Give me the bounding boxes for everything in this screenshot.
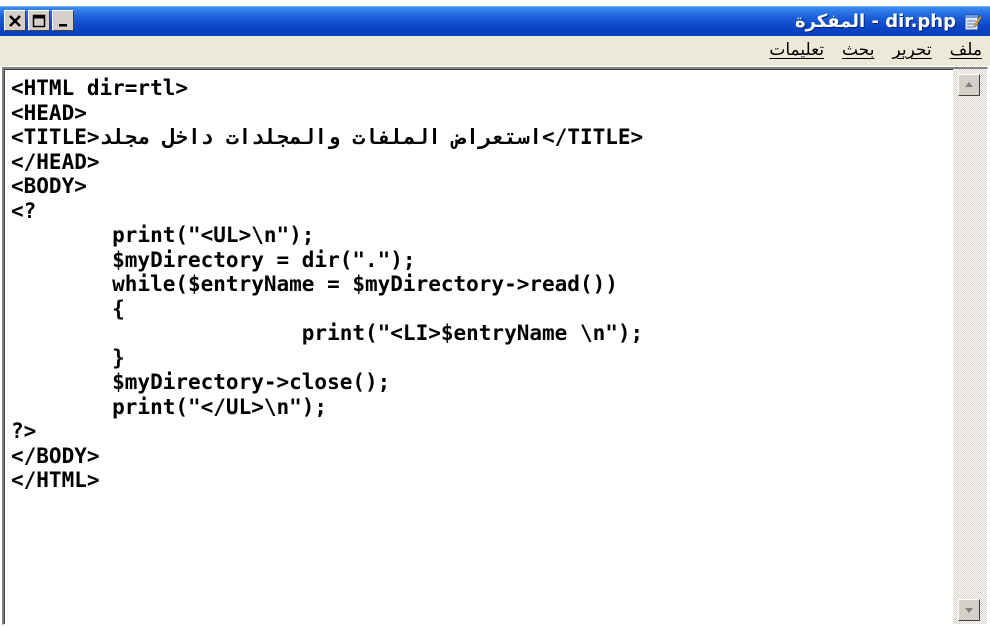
code-line: print("<UL>\n"); [11,223,315,247]
window-controls [4,10,74,31]
menu-items: ملف تحرير بحث تعليمات [769,40,982,60]
notepad-icon [964,14,982,30]
scroll-up-button[interactable] [958,74,980,96]
code-line: </BODY> [11,443,100,468]
maximize-button[interactable] [28,10,50,31]
code-line: print("</UL>\n"); [11,394,328,419]
menu-search[interactable]: بحث [842,40,874,60]
code-line: <HTML dir=rtl> [11,76,189,100]
code-line: print("<LI>$entryName \n"); [11,321,644,345]
code-line: </HEAD> [11,149,100,174]
text-area[interactable]: <HTML dir=rtl> <HEAD> <TITLE>استعراض الم… [4,69,953,624]
minimize-icon [59,23,67,26]
maximize-icon [32,14,46,27]
code-line: </HTML> [11,468,100,492]
text-editor: <HTML dir=rtl> <HEAD> <TITLE>استعراض الم… [2,67,988,625]
menu-bar: ملف تحرير بحث تعليمات [0,36,990,67]
code-line: ?> [11,419,37,443]
code-line: while($entryName = $myDirectory->read()) [11,272,618,296]
code-line: $myDirectory = dir("."); [11,247,416,272]
code-line: <TITLE>استعراض الملفات والمجلدات داخل مج… [11,125,644,149]
menu-help[interactable]: تعليمات [769,40,824,60]
minimize-button[interactable] [52,10,74,31]
menu-file[interactable]: ملف [950,40,982,60]
scroll-down-button[interactable] [958,599,980,621]
code-line: { [11,296,125,321]
close-icon [9,14,21,27]
window-title: المفكرة - dir.php [794,11,956,32]
menu-edit[interactable]: تحرير [892,40,931,60]
vertical-scrollbar[interactable] [953,69,987,624]
close-button[interactable] [4,10,26,31]
code-line: <BODY> [11,174,87,198]
code-line: <? [11,198,37,223]
window-titlebar[interactable]: المفكرة - dir.php [0,6,990,36]
code-line: $myDirectory->close(); [11,370,391,394]
code-line: } [11,345,125,370]
title-area: المفكرة - dir.php [795,9,982,34]
arrow-up-icon [965,82,973,87]
arrow-down-icon [965,608,973,613]
code-line: <HEAD> [11,100,87,125]
code-content: <HTML dir=rtl> <HEAD> <TITLE>استعراض الم… [5,70,953,493]
